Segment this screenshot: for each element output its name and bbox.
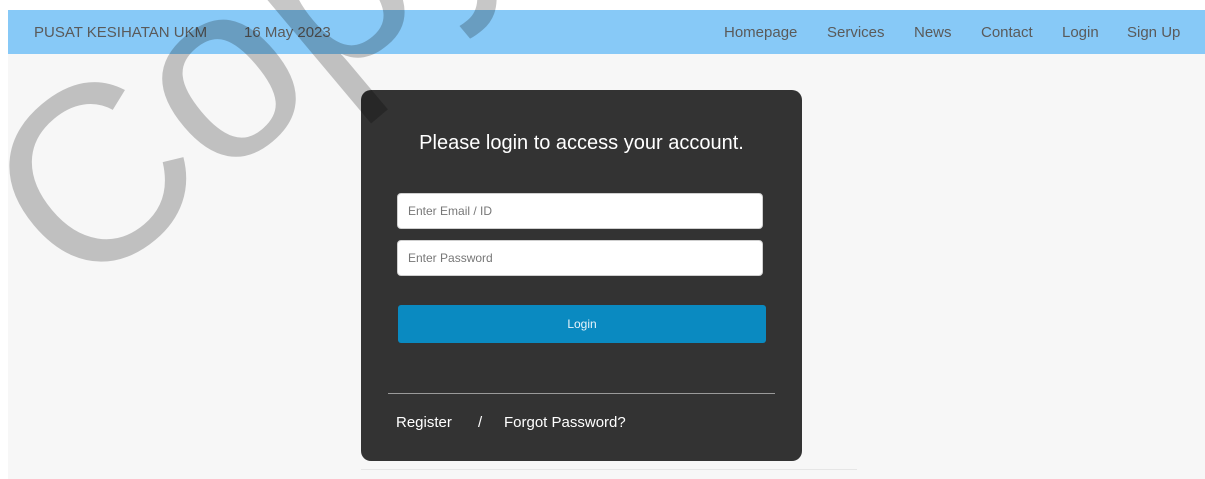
link-separator: / bbox=[478, 414, 483, 431]
email-field[interactable] bbox=[397, 193, 763, 229]
nav-contact[interactable]: Contact bbox=[981, 24, 1033, 41]
forgot-password-link[interactable]: Forgot Password? bbox=[504, 414, 626, 431]
nav-services[interactable]: Services bbox=[827, 24, 885, 41]
panel-divider bbox=[388, 393, 775, 394]
login-button[interactable]: Login bbox=[398, 305, 766, 343]
current-date: 16 May 2023 bbox=[244, 24, 331, 41]
register-link[interactable]: Register bbox=[396, 414, 452, 431]
nav-homepage[interactable]: Homepage bbox=[724, 24, 797, 41]
panel-bottom-rule bbox=[361, 469, 857, 470]
nav-sign-up[interactable]: Sign Up bbox=[1127, 24, 1180, 41]
page-background: PUSAT KESIHATAN UKM 16 May 2023 Homepage… bbox=[8, 10, 1205, 479]
top-navbar: PUSAT KESIHATAN UKM 16 May 2023 Homepage… bbox=[8, 10, 1205, 54]
nav-login[interactable]: Login bbox=[1062, 24, 1099, 41]
password-field[interactable] bbox=[397, 240, 763, 276]
login-panel: Please login to access your account. Log… bbox=[361, 90, 802, 461]
site-brand[interactable]: PUSAT KESIHATAN UKM bbox=[34, 24, 207, 41]
nav-news[interactable]: News bbox=[914, 24, 952, 41]
login-title: Please login to access your account. bbox=[419, 132, 744, 154]
